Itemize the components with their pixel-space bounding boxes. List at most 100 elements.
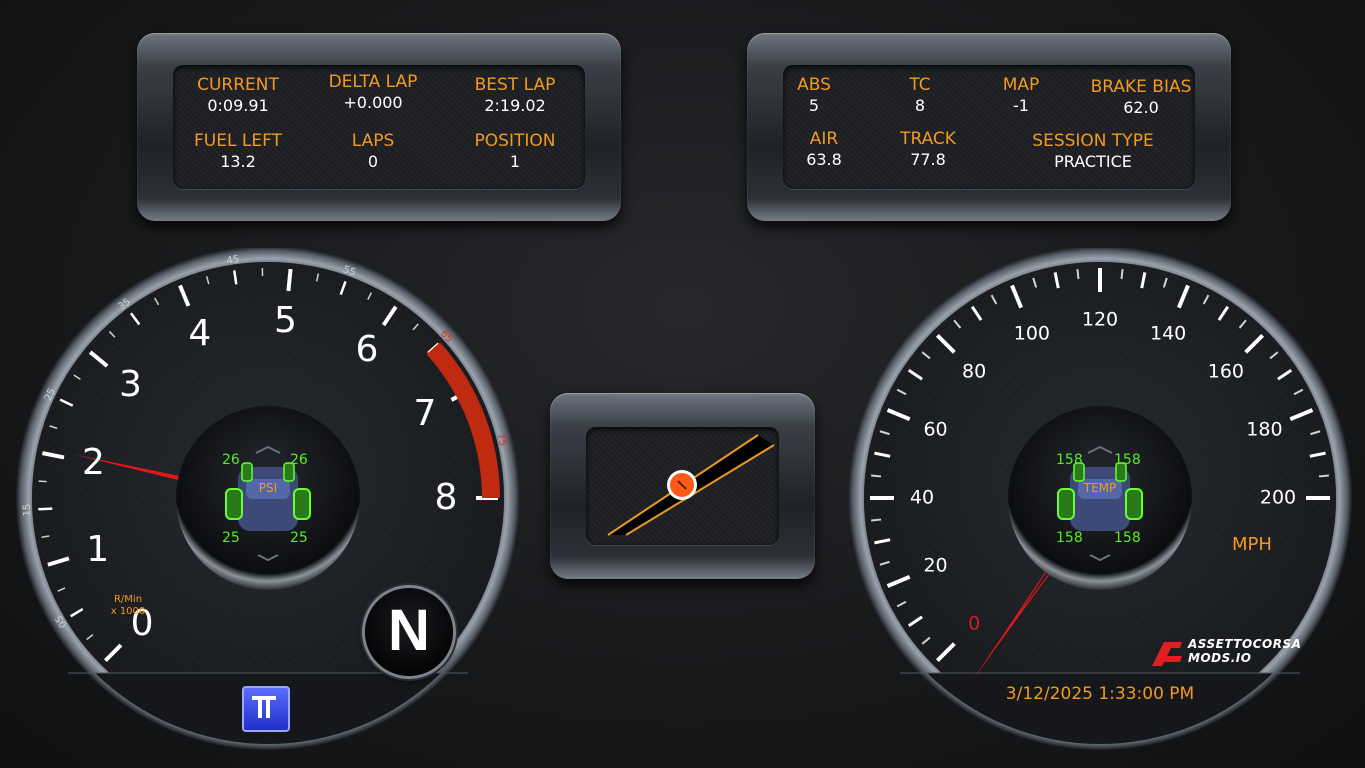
tach-minor-label-45: 45 <box>225 253 240 267</box>
air-temp-label: AIR <box>809 129 839 149</box>
tire-pressure-display: 26 26 25 25 PSI <box>198 423 338 573</box>
speed-label-100: 100 <box>1013 322 1051 345</box>
tach-half-tick <box>38 507 53 511</box>
psi-front-right: 26 <box>290 452 308 468</box>
speedometer: 0 20 40 60 80 100 120 140 160 180 200 MPH 158 158 … <box>840 248 1360 768</box>
gear-value: N <box>388 598 430 663</box>
rpm-unit-line2: x 1000 <box>110 606 146 617</box>
best-lap-value: 2:19.02 <box>484 96 546 115</box>
map-label: MAP <box>1002 75 1040 95</box>
session-type-cell: SESSION TYPE PRACTICE <box>1013 133 1173 170</box>
brand-line2: MODS.IO <box>1188 651 1252 665</box>
rpm-unit-line1: R/Min <box>113 594 143 605</box>
session-type-label: SESSION TYPE <box>1032 131 1154 151</box>
speed-minor-tick <box>1318 474 1329 478</box>
gear-indicator: N <box>365 588 453 676</box>
speed-label-200: 200 <box>1259 486 1297 509</box>
player-position-marker <box>667 470 697 500</box>
speed-label-0: 0 <box>968 612 981 635</box>
speed-label-120: 120 <box>1081 308 1119 331</box>
brake-bias-label: BRAKE BIAS <box>1090 77 1192 97</box>
track-edge-right <box>625 444 775 536</box>
tachometer: 0 1 2 3 4 5 6 7 8 05 15 25 35 45 55 65 75 R/Min x 1000 2… <box>8 248 528 768</box>
track-temp-value: 77.8 <box>910 150 946 169</box>
speed-label-40: 40 <box>909 486 935 509</box>
speed-minor-tick <box>871 518 882 522</box>
speed-label-20: 20 <box>923 554 948 577</box>
tach-label-6: 6 <box>355 328 379 370</box>
tc-cell: TC 8 <box>885 77 955 114</box>
brake-bias-cell: BRAKE BIAS 62.0 <box>1081 79 1201 116</box>
speed-minor-tick <box>1120 269 1124 280</box>
session-datetime: 3/12/2025 1:33:00 PM <box>1005 684 1195 704</box>
track-map <box>607 434 775 536</box>
track-map-screen <box>586 427 779 545</box>
fuel-left-value: 13.2 <box>220 152 256 171</box>
fuel-left-label: FUEL LEFT <box>194 131 282 151</box>
delta-lap-label: DELTA LAP <box>328 72 418 92</box>
laps-value: 0 <box>367 152 379 171</box>
position-label: POSITION <box>474 131 556 151</box>
track-temp-cell: TRACK 77.8 <box>883 131 973 168</box>
temp-front-left: 158 <box>1056 452 1083 468</box>
position-value: 1 <box>509 152 521 171</box>
tire-front-left-icon <box>241 462 253 482</box>
laps-cell: LAPS 0 <box>318 133 428 170</box>
air-temp-value: 63.8 <box>806 150 842 169</box>
abs-label: ABS <box>797 75 831 95</box>
current-lap-label: CURRENT <box>197 75 279 95</box>
temp-rear-right: 158 <box>1114 530 1141 546</box>
fuel-left-cell: FUEL LEFT 13.2 <box>183 133 293 170</box>
speed-label-140: 140 <box>1149 322 1187 345</box>
brand-line1: ASSETTOCORSA <box>1188 637 1302 651</box>
car-silhouette-icon <box>1057 445 1143 562</box>
map-value: -1 <box>1013 96 1029 115</box>
tach-label-7: 7 <box>413 393 437 435</box>
tach-label-8: 8 <box>434 477 458 518</box>
best-lap-cell: BEST LAP 2:19.02 <box>460 77 570 114</box>
temp-rear-left: 158 <box>1056 530 1083 546</box>
psi-front-left: 26 <box>222 452 240 468</box>
speed-label-80: 80 <box>962 360 987 383</box>
psi-rear-left: 25 <box>222 530 240 546</box>
car-silhouette-icon <box>225 445 311 562</box>
psi-label: PSI <box>258 481 278 495</box>
tach-label-5: 5 <box>273 299 297 341</box>
brand-logo-icon <box>1152 642 1182 666</box>
car-settings-panel: ABS 5 TC 8 MAP -1 BRAKE BIAS 62.0 AIR 63… <box>747 33 1231 221</box>
tach-minor-label-75: 75 <box>494 432 509 448</box>
brake-bias-value: 62.0 <box>1123 98 1159 117</box>
abs-cell: ABS 5 <box>779 77 849 114</box>
current-lap-cell: CURRENT 0:09.91 <box>183 77 293 114</box>
air-temp-cell: AIR 63.8 <box>789 131 859 168</box>
best-lap-label: BEST LAP <box>474 75 556 95</box>
speed-label-180: 180 <box>1246 418 1283 441</box>
tc-label: TC <box>909 75 931 95</box>
tach-label-2: 2 <box>81 442 105 484</box>
tire-rear-right-icon <box>293 488 311 520</box>
speed-unit: MPH <box>1232 534 1272 555</box>
tire-rear-left-icon <box>1057 488 1075 520</box>
track-temp-label: TRACK <box>900 129 956 149</box>
speed-label-60: 60 <box>923 418 948 441</box>
delta-lap-cell: DELTA LAP +0.000 <box>318 74 428 111</box>
brand-logo: ASSETTOCORSA MODS.IO <box>1148 635 1318 669</box>
tire-rear-left-icon <box>225 488 243 520</box>
pit-limiter-icon <box>242 686 290 732</box>
speed-label-160: 160 <box>1207 360 1244 383</box>
timing-panel: CURRENT 0:09.91 DELTA LAP +0.000 BEST LA… <box>137 33 621 221</box>
temp-front-right: 158 <box>1114 452 1141 468</box>
track-map-panel <box>550 393 815 579</box>
tc-value: 8 <box>914 96 926 115</box>
temp-label: TEMP <box>1083 481 1117 495</box>
tach-label-3: 3 <box>118 364 142 406</box>
position-cell: POSITION 1 <box>460 133 570 170</box>
speed-minor-tick <box>1076 269 1080 280</box>
timing-screen: CURRENT 0:09.91 DELTA LAP +0.000 BEST LA… <box>173 65 585 189</box>
abs-value: 5 <box>808 96 820 115</box>
tach-minor-tick <box>38 480 47 483</box>
tach-major-tick <box>286 268 293 292</box>
psi-rear-right: 25 <box>290 530 308 546</box>
delta-lap-value: +0.000 <box>343 93 403 112</box>
tach-minor-label-15: 15 <box>21 503 34 517</box>
